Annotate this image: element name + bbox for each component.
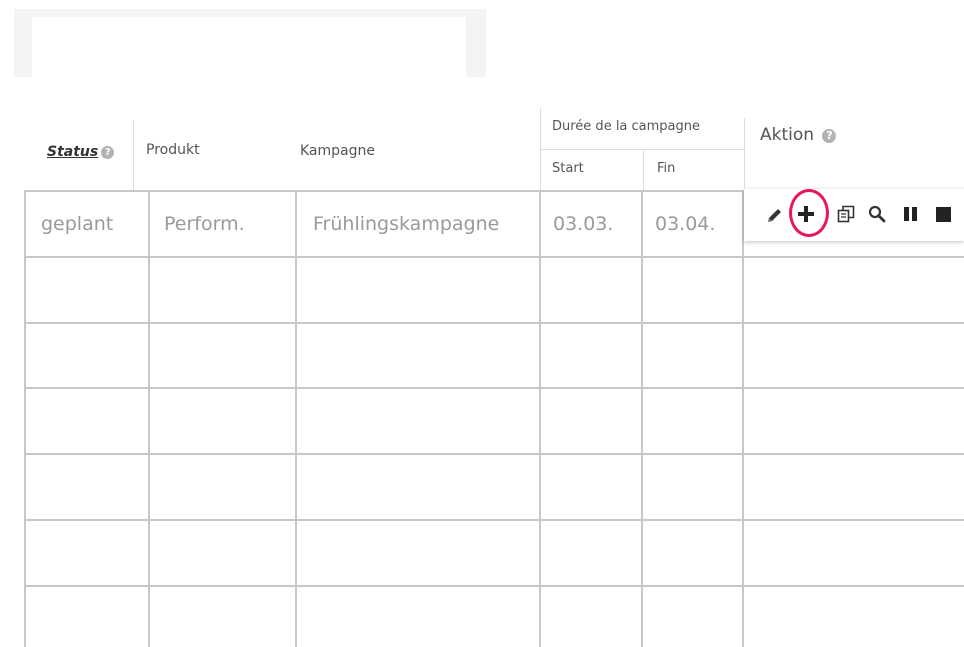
- cell-fin: 03.04.: [655, 213, 716, 235]
- highlight-ring: [789, 189, 829, 237]
- grid-line: [295, 190, 297, 647]
- grid-line: [24, 519, 964, 521]
- grid-line: [539, 190, 541, 647]
- grid-line: [24, 190, 26, 647]
- column-header-start: Start: [552, 161, 584, 176]
- grid-line: [24, 190, 744, 192]
- stop-icon[interactable]: [935, 206, 953, 224]
- header-divider: [540, 149, 744, 150]
- cell-status: geplant: [41, 213, 114, 235]
- column-header-fin: Fin: [657, 161, 676, 176]
- grid-line: [24, 585, 964, 587]
- grid-line: [24, 322, 964, 324]
- search-icon[interactable]: [868, 205, 886, 223]
- help-icon[interactable]: ?: [101, 146, 115, 159]
- pause-icon[interactable]: [902, 205, 920, 223]
- grid-line: [24, 453, 964, 455]
- column-header-duree: Durée de la campagne: [552, 119, 701, 134]
- column-header-aktion-label: Aktion: [760, 125, 815, 145]
- column-header-produkt: Produkt: [146, 142, 200, 158]
- cell-kampagne: Frühlingskampagne: [313, 213, 500, 235]
- filter-panel: [14, 9, 486, 79]
- pencil-icon[interactable]: [766, 206, 784, 224]
- grid-line: [148, 190, 150, 647]
- help-icon[interactable]: ?: [822, 129, 837, 143]
- copy-icon[interactable]: [837, 205, 855, 223]
- column-header-status-label: Status: [47, 144, 99, 160]
- column-header-kampagne: Kampagne: [300, 143, 375, 159]
- grid-line: [742, 190, 744, 647]
- column-header-status[interactable]: Status?: [47, 144, 115, 160]
- header-divider: [643, 150, 644, 190]
- grid-line: [641, 190, 643, 647]
- header-divider: [744, 118, 745, 190]
- action-toolbar: [744, 189, 964, 241]
- cell-produkt: Perform.: [164, 213, 245, 235]
- grid-line: [24, 387, 964, 389]
- header-divider: [133, 120, 134, 190]
- filter-input[interactable]: [32, 17, 466, 79]
- grid-line: [24, 256, 964, 258]
- column-header-aktion: Aktion ?: [760, 125, 837, 145]
- cell-start: 03.03.: [553, 213, 614, 235]
